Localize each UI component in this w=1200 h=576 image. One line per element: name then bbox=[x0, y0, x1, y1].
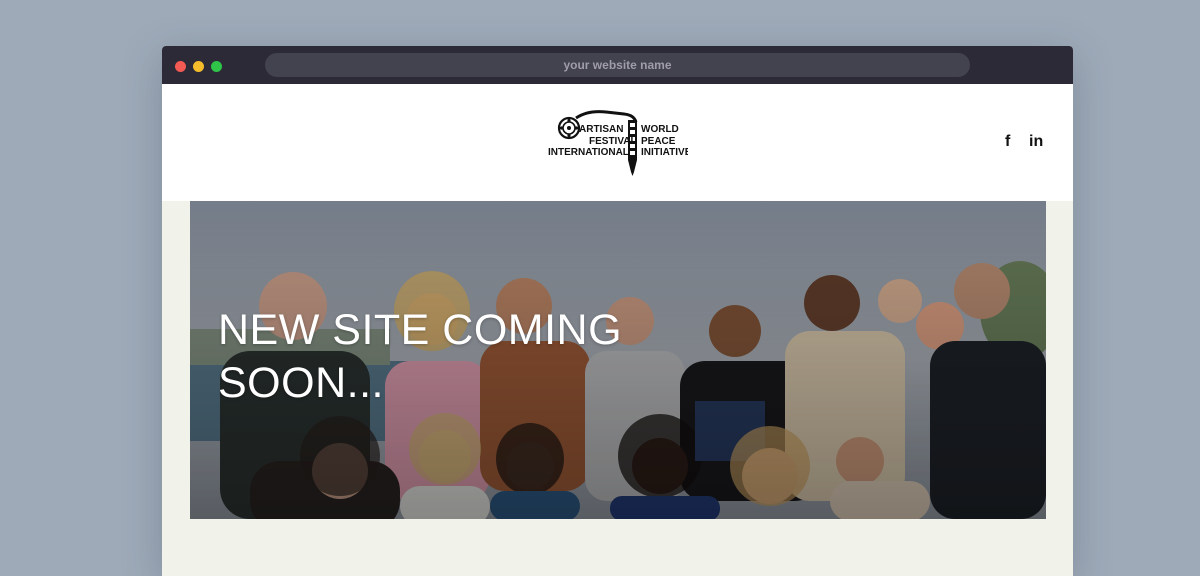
browser-window: your website name ARTISAN FESTIVAL INTER… bbox=[162, 46, 1073, 576]
hero-title: NEW SITE COMING SOON... bbox=[218, 306, 623, 407]
site-header: ARTISAN FESTIVAL INTERNATIONAL WORLD PEA… bbox=[162, 84, 1073, 201]
logo-text-festival: FESTIVAL bbox=[589, 136, 637, 147]
site-logo[interactable]: ARTISAN FESTIVAL INTERNATIONAL WORLD PEA… bbox=[548, 106, 688, 176]
logo-text-international: INTERNATIONAL bbox=[548, 147, 629, 158]
logo-text-artisan: ARTISAN bbox=[579, 124, 623, 135]
browser-titlebar: your website name bbox=[162, 46, 1073, 84]
address-bar[interactable]: your website name bbox=[265, 53, 970, 77]
facebook-icon[interactable]: f bbox=[1005, 133, 1010, 151]
linkedin-icon[interactable]: in bbox=[1029, 133, 1043, 151]
logo-text-world: WORLD bbox=[641, 124, 679, 135]
logo-text-initiative: INITIATIVE bbox=[641, 147, 688, 158]
maximize-dot-icon[interactable] bbox=[211, 61, 222, 72]
film-reel-icon bbox=[557, 116, 581, 140]
minimize-dot-icon[interactable] bbox=[193, 61, 204, 72]
close-dot-icon[interactable] bbox=[175, 61, 186, 72]
logo-text-peace: PEACE bbox=[641, 136, 676, 147]
hero-banner: NEW SITE COMING SOON... bbox=[190, 201, 1046, 519]
